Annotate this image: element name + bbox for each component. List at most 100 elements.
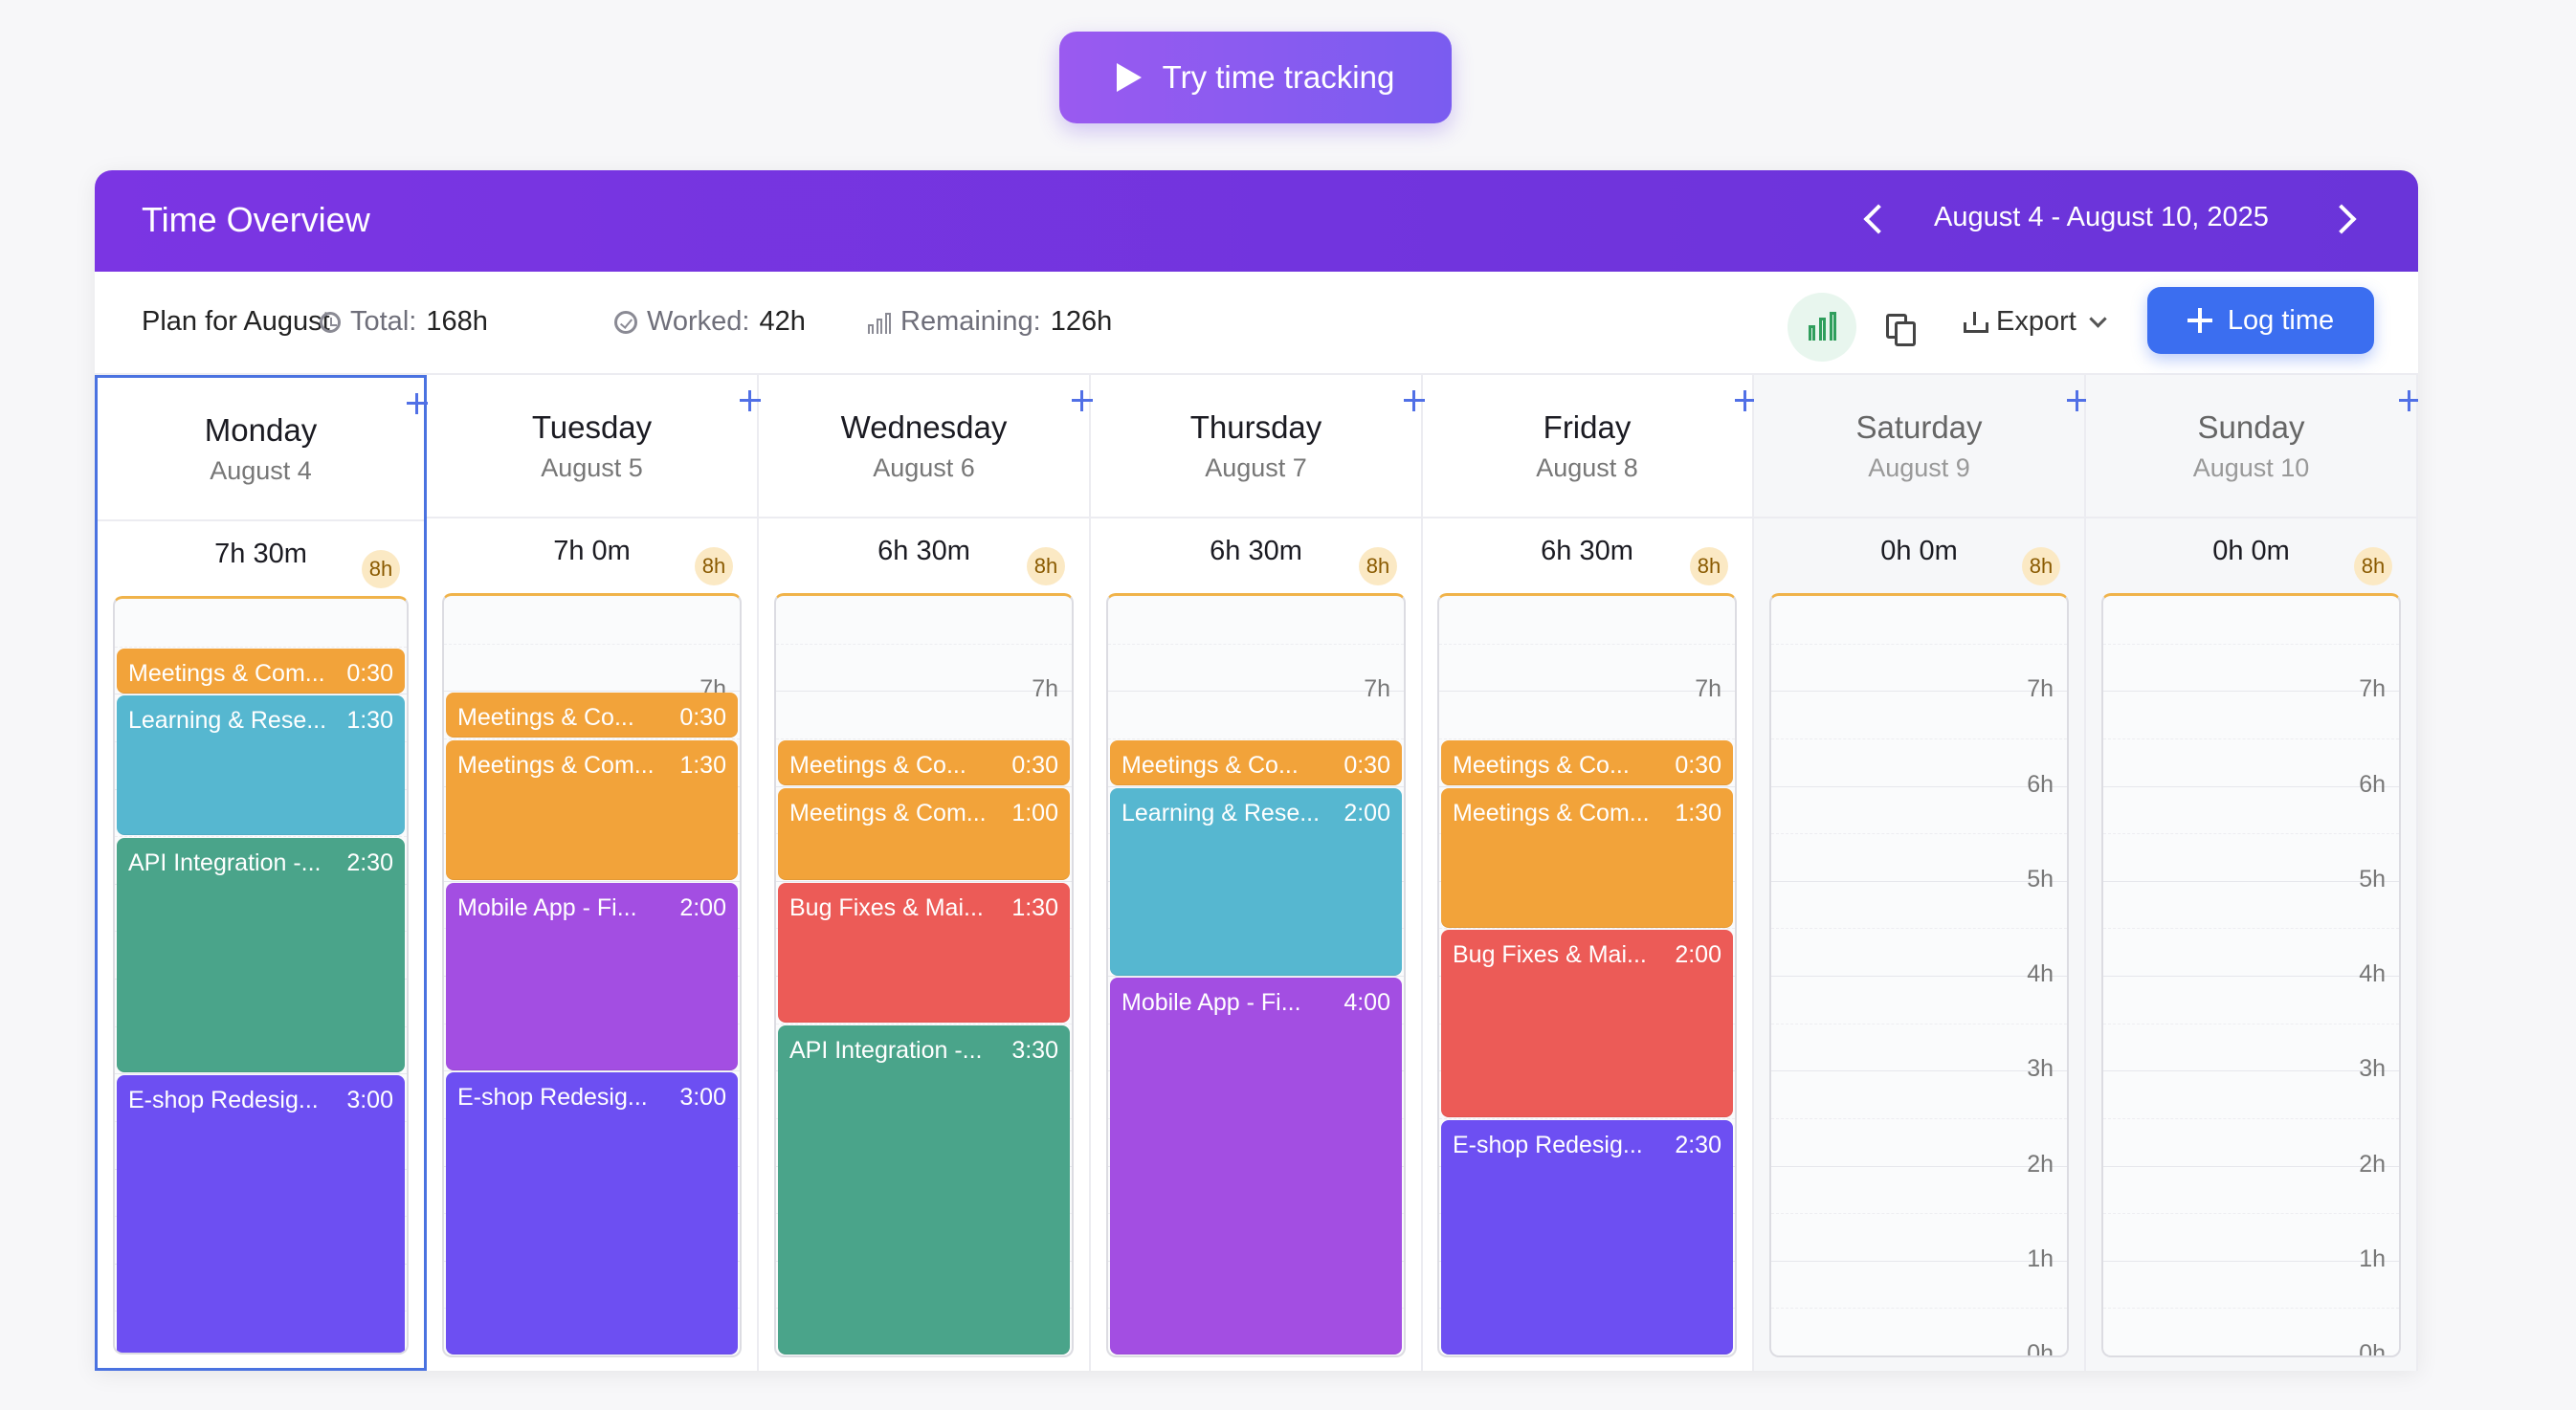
time-entry[interactable]: Learning & Rese... 1:30 [117, 695, 405, 835]
grid-line [2103, 786, 2399, 787]
day-header: Tuesday August 5 [427, 375, 757, 518]
chevron-left-icon[interactable] [1863, 204, 1894, 234]
day-name: Thursday [1189, 409, 1322, 445]
panel-header: Time Overview August 4 - August 10, 2025 [95, 170, 2418, 272]
entry-duration: 1:30 [1011, 894, 1058, 921]
entry-duration: 2:00 [1344, 800, 1390, 826]
hour-scale-label: 5h [2027, 866, 2054, 892]
entry-duration: 2:00 [679, 894, 726, 921]
copy-icon[interactable] [1886, 314, 1916, 346]
grid-line [444, 1070, 740, 1071]
grid-line [1771, 1261, 2067, 1262]
day-date: August 9 [1868, 453, 1970, 482]
grid-line [444, 738, 740, 739]
day-header: Saturday August 9 [1754, 375, 2084, 518]
day-header: Friday August 8 [1422, 375, 1752, 518]
grid-line [115, 1073, 407, 1074]
time-overview-panel: Time Overview August 4 - August 10, 2025… [95, 170, 2418, 1371]
day-date: August 10 [2192, 453, 2310, 482]
time-entry[interactable]: Meetings & Co... 0:30 [1441, 740, 1733, 785]
day-column-friday[interactable]: Friday August 8 6h 30m 8h 7h Meetings & Co...… [1422, 375, 1754, 1371]
day-time-bucket: 7h Meetings & Co... 0:30 Meetings & Com... 1… [442, 593, 742, 1357]
try-time-tracking-label: Try time tracking [1162, 59, 1395, 95]
hour-scale-label: 1h [2359, 1245, 2386, 1272]
time-entry[interactable]: Meetings & Com... 1:30 [1441, 788, 1733, 928]
time-entry[interactable]: E-shop Redesig... 3:00 [117, 1075, 405, 1353]
entry-duration: 0:30 [1344, 752, 1390, 779]
grid-line [1108, 976, 1404, 977]
export-dropdown[interactable]: Export [1964, 306, 2107, 338]
check-circle-icon [614, 310, 637, 334]
time-entry[interactable]: Bug Fixes & Mai... 1:30 [778, 883, 1070, 1023]
hour-scale-label: 3h [2027, 1055, 2054, 1082]
grid-line [1108, 644, 1404, 645]
entry-duration: 0:30 [346, 660, 393, 687]
grid-line [1439, 928, 1735, 929]
grid-line [1439, 691, 1735, 692]
entry-duration: 4:00 [1344, 989, 1390, 1016]
day-header: Thursday August 7 [1091, 375, 1421, 518]
time-entry[interactable]: Meetings & Co... 0:30 [778, 740, 1070, 785]
time-entry[interactable]: Mobile App - Fi... 4:00 [1110, 978, 1402, 1355]
day-column-tuesday[interactable]: Tuesday August 5 7h 0m 8h 7h Meetings & Co...… [427, 375, 759, 1371]
hour-scale-label: 7h [1364, 675, 1390, 702]
day-time-bucket: 7h 6h 5h 4h 3h 2h 1h 0h [2101, 593, 2401, 1357]
grid-line [776, 691, 1072, 692]
hour-scale-label: 5h [2359, 866, 2386, 892]
entry-duration: 1:30 [1675, 800, 1721, 826]
grid-line [1771, 1213, 2067, 1214]
entry-duration: 1:30 [679, 752, 726, 779]
day-column-saturday[interactable]: Saturday August 9 0h 0m 8h 7h 6h 5h 4h 3h 2h 1h 0h [1754, 375, 2086, 1371]
log-time-button[interactable]: Log time [2147, 287, 2374, 354]
day-header: Sunday August 10 [2086, 375, 2416, 518]
time-entry[interactable]: Meetings & Co... 0:30 [446, 693, 738, 738]
date-range-label: August 4 - August 10, 2025 [1934, 202, 2269, 232]
log-time-label: Log time [2227, 304, 2335, 336]
day-capacity-badge: 8h [2354, 547, 2392, 585]
entry-duration: 2:00 [1675, 941, 1721, 968]
entry-label: Learning & Rese... [1121, 800, 1321, 826]
day-column-monday[interactable]: Monday August 4 7h 30m 8h Meetings & Com... 0… [95, 375, 427, 1371]
entry-duration: 2:30 [346, 849, 393, 876]
time-entry[interactable]: API Integration -... 2:30 [117, 838, 405, 1072]
day-header: Wednesday August 6 [759, 375, 1089, 518]
time-entry[interactable]: Meetings & Com... 0:30 [117, 649, 405, 694]
day-time-bucket: 7h 6h 5h 4h 3h 2h 1h 0h [1769, 593, 2069, 1357]
grid-line [776, 881, 1072, 882]
grid-line [115, 836, 407, 837]
time-entry[interactable]: Mobile App - Fi... 2:00 [446, 883, 738, 1070]
entry-label: Meetings & Com... [1453, 800, 1650, 826]
time-entry[interactable]: Learning & Rese... 2:00 [1110, 788, 1402, 976]
time-entry[interactable]: Meetings & Co... 0:30 [1110, 740, 1402, 785]
hour-scale-label: 2h [2359, 1151, 2386, 1178]
panel-title: Time Overview [142, 200, 370, 239]
summary-toolbar: Plan for August Total: 168h Worked: 42h … [95, 272, 2418, 375]
day-date: August 6 [873, 453, 975, 482]
hour-scale-label: 6h [2359, 771, 2386, 798]
time-entry[interactable]: Meetings & Com... 1:00 [778, 788, 1070, 880]
bar-chart-icon [868, 311, 891, 334]
grid-line [444, 691, 740, 692]
chevron-right-icon[interactable] [2326, 204, 2357, 234]
grid-line [1771, 644, 2067, 645]
day-column-wednesday[interactable]: Wednesday August 6 6h 30m 8h 7h Meetings & Co… [759, 375, 1091, 1371]
grid-line [1771, 738, 2067, 739]
time-entry[interactable]: E-shop Redesig... 2:30 [1441, 1120, 1733, 1355]
entry-label: E-shop Redesig... [128, 1087, 319, 1113]
time-entry[interactable]: Meetings & Com... 1:30 [446, 740, 738, 880]
grid-line [1108, 738, 1404, 739]
day-capacity-badge: 8h [695, 547, 733, 585]
day-column-thursday[interactable]: Thursday August 7 6h 30m 8h 7h Meetings & Co.… [1091, 375, 1423, 1371]
day-column-sunday[interactable]: Sunday August 10 0h 0m 8h 7h 6h 5h 4h 3h 2h 1h 0h [2086, 375, 2418, 1371]
day-time-bucket: 7h Meetings & Co... 0:30 Meetings & Com... 1… [774, 593, 1074, 1357]
day-name: Monday [204, 412, 318, 448]
time-entry[interactable]: API Integration -... 3:30 [778, 1025, 1070, 1355]
chart-view-button[interactable] [1788, 293, 1856, 362]
grid-line [2103, 644, 2399, 645]
day-name: Tuesday [531, 409, 653, 445]
time-entry[interactable]: E-shop Redesig... 3:00 [446, 1072, 738, 1355]
try-time-tracking-button[interactable]: Try time tracking [1059, 32, 1452, 123]
hour-scale-label: 6h [2027, 771, 2054, 798]
time-entry[interactable]: Bug Fixes & Mai... 2:00 [1441, 930, 1733, 1117]
worked-stat: Worked: 42h [614, 306, 806, 338]
